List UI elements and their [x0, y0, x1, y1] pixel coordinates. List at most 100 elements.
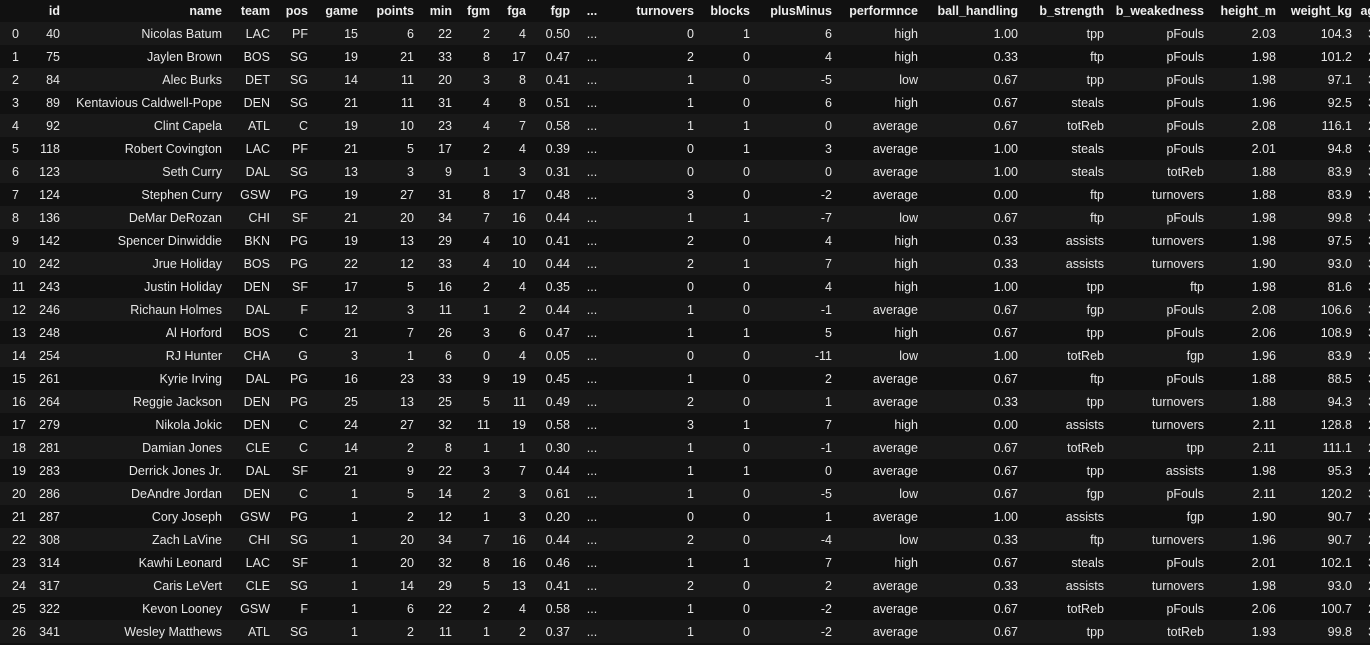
- table-cell: 0.67: [993, 555, 1018, 570]
- table-cell: 341: [39, 624, 60, 639]
- table-cell: 14: [438, 486, 452, 501]
- table-cell: SG: [289, 624, 308, 639]
- table-cell: 2: [687, 578, 694, 593]
- table-cell: 90.7: [1327, 509, 1352, 524]
- table-cell: C: [298, 440, 308, 455]
- row-index: 15: [12, 371, 26, 386]
- table-cell: CLE: [245, 578, 270, 593]
- table-cell: 19: [512, 417, 526, 432]
- table-cell: high: [894, 49, 918, 64]
- table-cell: 120.2: [1320, 486, 1352, 501]
- table-cell: ftp: [1090, 371, 1104, 386]
- table-cell: ...: [586, 95, 598, 110]
- table-cell: average: [872, 624, 918, 639]
- table-cell: 1: [743, 118, 750, 133]
- table-cell: 101.2: [1320, 49, 1352, 64]
- table-cell: 30: [1360, 91, 1370, 114]
- table-cell: -5: [820, 486, 832, 501]
- table-cell: 287: [39, 509, 60, 524]
- row-index: 12: [12, 302, 26, 317]
- table-cell: 7: [825, 417, 832, 432]
- table-cell: 6: [825, 26, 832, 41]
- table-cell: 3: [687, 187, 694, 202]
- table-cell: pFouls: [1166, 72, 1204, 87]
- table-cell: ...: [586, 49, 598, 64]
- table-cell: 0.39: [545, 141, 570, 156]
- table-cell: 1: [351, 601, 358, 616]
- table-cell: 1: [687, 302, 694, 317]
- table-row: 12 246 Richaun Holmes DAL F 12 3 11 1 2 0.44... 1 0-…: [0, 298, 1370, 321]
- table-cell: 1.00: [993, 141, 1018, 156]
- table-cell: 13: [400, 233, 414, 248]
- index-header: [0, 0, 30, 22]
- table-cell: 0: [743, 440, 750, 455]
- table-row: 26 341 Wesley Matthews ATL SG 1 2 11 1 2 0.37... 1 0…: [0, 620, 1370, 643]
- table-cell: 1: [351, 578, 358, 593]
- table-row: 8 136 DeMar DeRozan CHI SF 21 20 34 7 16 0.44... 1 1…: [0, 206, 1370, 229]
- table-cell: 2: [407, 509, 414, 524]
- table-cell: 30: [1360, 229, 1370, 252]
- table-cell: 281: [39, 440, 60, 455]
- table-cell: PG: [289, 394, 308, 409]
- table-cell: 1.98: [1251, 578, 1276, 593]
- table-cell: 30: [1360, 344, 1370, 367]
- table-cell: DeAndre Jordan: [130, 486, 222, 501]
- table-cell: SF: [292, 210, 308, 225]
- table-cell: ...: [586, 394, 598, 409]
- table-cell: totReb: [1067, 440, 1104, 455]
- table-cell: 20: [400, 555, 414, 570]
- table-cell: Kentavious Caldwell-Pope: [76, 95, 222, 110]
- table-cell: 0.33: [993, 394, 1018, 409]
- table-cell: 2: [483, 279, 490, 294]
- row-index: 6: [12, 164, 19, 179]
- table-cell: pFouls: [1166, 141, 1204, 156]
- table-cell: 0.00: [993, 187, 1018, 202]
- table-cell: average: [872, 302, 918, 317]
- table-cell: 33: [438, 256, 452, 271]
- table-cell: pFouls: [1166, 325, 1204, 340]
- table-cell: 1.90: [1251, 509, 1276, 524]
- table-cell: 3: [483, 325, 490, 340]
- table-row: 19 283 Derrick Jones Jr. DAL SF 21 9 22 3 7 0.44..…: [0, 459, 1370, 482]
- table-cell: 100.7: [1320, 601, 1352, 616]
- table-cell: 16: [512, 555, 526, 570]
- table-cell: 4: [519, 279, 526, 294]
- table-cell: 0: [687, 26, 694, 41]
- table-cell: 1: [687, 601, 694, 616]
- table-cell: steals: [1071, 555, 1104, 570]
- table-cell: 26: [1360, 459, 1370, 482]
- table-cell: 4: [519, 601, 526, 616]
- column-header: performnce: [849, 4, 918, 18]
- table-cell: 0: [687, 279, 694, 294]
- table-cell: 83.9: [1327, 348, 1352, 363]
- table-cell: BOS: [243, 49, 270, 64]
- table-cell: low: [899, 348, 918, 363]
- table-cell: 1.00: [993, 26, 1018, 41]
- table-cell: 37: [1360, 620, 1370, 643]
- table-cell: PF: [292, 26, 308, 41]
- table-cell: 93.0: [1327, 256, 1352, 271]
- table-cell: Seth Curry: [162, 164, 222, 179]
- table-cell: 1: [483, 164, 490, 179]
- table-cell: 1.88: [1251, 394, 1276, 409]
- table-cell: totReb: [1167, 164, 1204, 179]
- table-cell: 1.98: [1251, 463, 1276, 478]
- table-cell: 11: [439, 624, 452, 639]
- table-cell: 1: [687, 72, 694, 87]
- table-cell: high: [894, 26, 918, 41]
- table-cell: 0.35: [545, 279, 570, 294]
- table-cell: average: [872, 118, 918, 133]
- row-index: 5: [12, 141, 19, 156]
- table-cell: pFouls: [1166, 26, 1204, 41]
- table-cell: Al Horford: [165, 325, 222, 340]
- table-cell: 1: [687, 371, 694, 386]
- table-cell: 89: [46, 95, 60, 110]
- table-cell: 0.47: [545, 325, 570, 340]
- table-cell: 33: [438, 371, 452, 386]
- table-cell: 2: [519, 302, 526, 317]
- table-cell: 308: [39, 532, 60, 547]
- table-cell: 2: [825, 578, 832, 593]
- table-cell: pFouls: [1166, 49, 1204, 64]
- table-cell: Kawhi Leonard: [138, 555, 222, 570]
- table-cell: assists: [1065, 578, 1104, 593]
